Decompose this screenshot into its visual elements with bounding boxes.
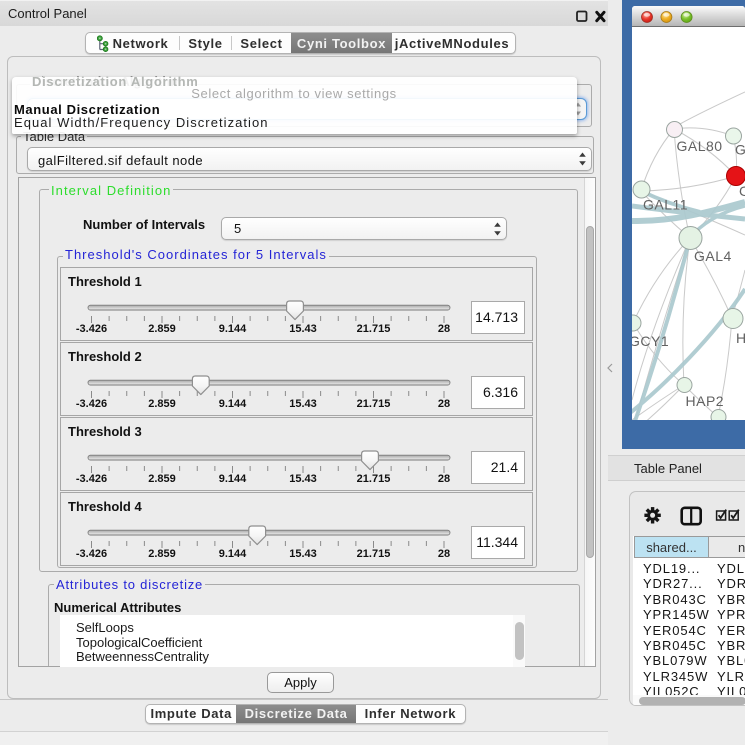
svg-text:2.859: 2.859 (148, 548, 176, 560)
svg-text:GAL4: GAL4 (694, 248, 732, 264)
svg-text:C: C (739, 183, 745, 199)
svg-text:28: 28 (438, 398, 450, 410)
svg-text:-3.426: -3.426 (76, 398, 107, 410)
svg-text:21.715: 21.715 (357, 323, 391, 335)
svg-text:9.144: 9.144 (219, 398, 247, 410)
svg-text:15.43: 15.43 (289, 323, 317, 335)
svg-text:GAL80: GAL80 (677, 138, 723, 154)
svg-text:2.859: 2.859 (148, 473, 176, 485)
svg-text:-3.426: -3.426 (76, 548, 107, 560)
svg-text:15.43: 15.43 (289, 473, 317, 485)
svg-text:28: 28 (438, 548, 450, 560)
svg-text:2.859: 2.859 (148, 323, 176, 335)
svg-text:21.715: 21.715 (357, 398, 391, 410)
svg-text:15.43: 15.43 (289, 548, 317, 560)
svg-text:28: 28 (438, 473, 450, 485)
svg-text:H: H (736, 330, 745, 346)
svg-text:9.144: 9.144 (219, 473, 247, 485)
svg-text:2.859: 2.859 (148, 398, 176, 410)
svg-text:GAL11: GAL11 (643, 197, 688, 213)
svg-text:21.715: 21.715 (357, 473, 391, 485)
svg-text:28: 28 (438, 323, 450, 335)
svg-text:-3.426: -3.426 (76, 323, 107, 335)
svg-text:9.144: 9.144 (219, 548, 247, 560)
svg-text:GA: GA (735, 142, 745, 158)
svg-text:-3.426: -3.426 (76, 473, 107, 485)
svg-text:21.715: 21.715 (357, 548, 391, 560)
svg-text:HAP2: HAP2 (686, 393, 725, 409)
svg-text:15.43: 15.43 (289, 398, 317, 410)
svg-text:GCY1: GCY1 (632, 333, 669, 349)
svg-text:9.144: 9.144 (219, 323, 247, 335)
